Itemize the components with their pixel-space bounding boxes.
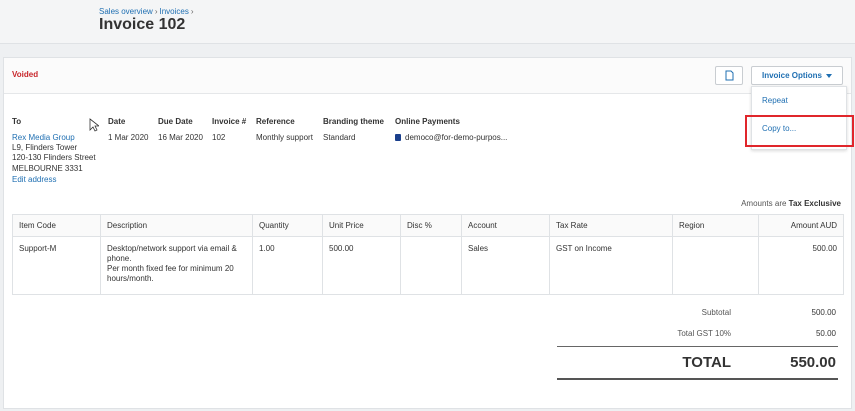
table-header-row: Item Code Description Quantity Unit Pric… xyxy=(12,214,844,237)
item-code-cell[interactable]: Support-M xyxy=(12,236,101,295)
description-line: Desktop/network support via email & phon… xyxy=(107,244,237,263)
due-date-value: 16 Mar 2020 xyxy=(158,133,203,142)
chevron-down-icon xyxy=(826,73,832,78)
gst-label: Total GST 10% xyxy=(677,329,731,338)
reference-value: Monthly support xyxy=(256,133,313,142)
contact-link[interactable]: Rex Media Group xyxy=(12,133,75,142)
breadcrumb-separator: › xyxy=(154,7,158,16)
subtotal-label: Subtotal xyxy=(701,308,731,317)
address-line: MELBOURNE 3331 xyxy=(12,164,83,173)
branding-theme-value: Standard xyxy=(323,133,356,142)
menu-item-repeat[interactable]: Repeat xyxy=(762,96,788,105)
address-line: L9, Flinders Tower xyxy=(12,143,78,152)
paypal-account: democo@for-demo-purpos... xyxy=(405,133,508,142)
breadcrumb-sales-overview[interactable]: Sales overview xyxy=(99,7,153,16)
description-cell[interactable]: Desktop/network support via email & phon… xyxy=(100,236,253,295)
document-icon xyxy=(725,70,733,81)
status-badge: Voided xyxy=(12,70,39,79)
mouse-cursor-icon xyxy=(89,118,99,132)
branding-theme-label: Branding theme xyxy=(323,117,384,126)
column-header: Item Code xyxy=(12,214,101,237)
document-button[interactable] xyxy=(715,66,743,85)
online-payments-value: democo@for-demo-purpos... xyxy=(395,133,507,142)
total-divider xyxy=(557,346,838,347)
paypal-icon xyxy=(395,134,401,141)
date-label: Date xyxy=(108,117,126,126)
date-value: 1 Mar 2020 xyxy=(108,133,149,142)
invoice-panel: Voided Invoice Options Repeat Copy to...… xyxy=(3,57,854,409)
column-header: Tax Rate xyxy=(549,214,673,237)
tax-rate-cell[interactable]: GST on Income xyxy=(549,236,673,295)
column-header: Quantity xyxy=(252,214,323,237)
amounts-note: Amounts are Tax Exclusive xyxy=(741,199,841,208)
amounts-note-prefix: Amounts are xyxy=(741,199,787,208)
total-underline xyxy=(557,378,838,380)
highlight-box xyxy=(745,115,854,147)
edit-address-link[interactable]: Edit address xyxy=(12,175,56,184)
due-date-label: Due Date xyxy=(158,117,193,126)
line-items-table: Item Code Description Quantity Unit Pric… xyxy=(12,214,844,295)
column-header: Amount AUD xyxy=(758,214,844,237)
discount-cell[interactable] xyxy=(400,236,462,295)
to-label: To xyxy=(12,117,22,126)
gst-value: 50.00 xyxy=(815,329,836,338)
online-payments-label: Online Payments xyxy=(395,117,460,126)
description-line: Per month fixed fee for minimum 20 hours… xyxy=(107,264,234,283)
invoice-topbar: Voided Invoice Options xyxy=(4,58,851,94)
breadcrumb-separator: › xyxy=(190,7,194,16)
breadcrumb-invoices[interactable]: Invoices xyxy=(159,7,188,16)
invoice-options-label: Invoice Options xyxy=(761,71,822,80)
table-row[interactable]: Support-M Desktop/network support via em… xyxy=(12,236,844,295)
invoice-options-button[interactable]: Invoice Options xyxy=(751,66,843,85)
page-title: Invoice 102 xyxy=(99,16,186,33)
invoice-number-value: 102 xyxy=(212,133,226,142)
breadcrumb: Sales overview › Invoices › xyxy=(99,7,196,16)
region-cell[interactable] xyxy=(672,236,759,295)
amount-cell[interactable]: 500.00 xyxy=(758,236,844,295)
column-header: Account xyxy=(461,214,550,237)
reference-label: Reference xyxy=(256,117,295,126)
total-label: TOTAL xyxy=(682,354,731,371)
amounts-note-value: Tax Exclusive xyxy=(788,199,841,208)
unit-price-cell[interactable]: 500.00 xyxy=(322,236,401,295)
column-header: Description xyxy=(100,214,253,237)
address-line: 120-130 Flinders Street xyxy=(12,153,96,162)
account-cell[interactable]: Sales xyxy=(461,236,550,295)
column-header: Unit Price xyxy=(322,214,401,237)
column-header: Disc % xyxy=(400,214,462,237)
subtotal-value: 500.00 xyxy=(811,308,836,317)
page-header: Sales overview › Invoices › Invoice 102 xyxy=(0,0,855,44)
invoice-number-label: Invoice # xyxy=(212,117,247,126)
quantity-cell[interactable]: 1.00 xyxy=(252,236,323,295)
total-value: 550.00 xyxy=(790,354,836,371)
column-header: Region xyxy=(672,214,759,237)
